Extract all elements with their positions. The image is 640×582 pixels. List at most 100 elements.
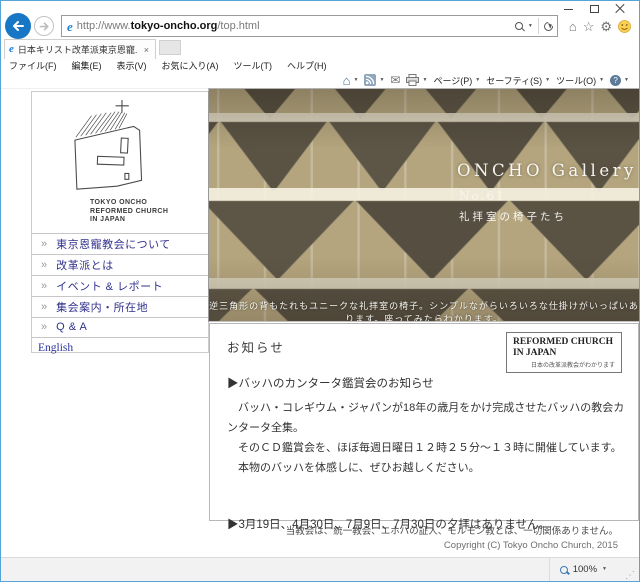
url-text[interactable]: http://www.tokyo-oncho.org/top.html: [77, 20, 511, 32]
back-button[interactable]: [5, 13, 31, 39]
sidebar-item-label: 集会案内・所在地: [56, 301, 149, 314]
maximize-icon: [589, 5, 599, 13]
copyright: Copyright (C) Tokyo Oncho Church, 2015: [443, 540, 618, 551]
tab-favicon: e: [9, 43, 14, 55]
chevron-right-icon: »: [41, 279, 48, 292]
browser-chrome: e http://www.tokyo-oncho.org/top.html ▼ …: [1, 1, 639, 89]
ie-favicon: e: [67, 18, 73, 34]
help-menu-button[interactable]: ? ▼: [610, 74, 629, 86]
forward-arrow-icon: [39, 21, 49, 31]
caret-icon: ▼: [422, 76, 428, 83]
sidebar-item-access[interactable]: » 集会案内・所在地: [32, 295, 208, 317]
search-icon[interactable]: [514, 22, 523, 30]
back-arrow-icon: [13, 21, 24, 31]
home-menu-button[interactable]: ⌂ ▼: [343, 74, 359, 87]
sidebar-nav: » 東京恩寵教会について » 改革派とは » イベント & レポート » 集会案…: [32, 232, 208, 338]
english-link[interactable]: English: [38, 342, 73, 354]
news-section: お知らせ REFORMED CHURCH IN JAPAN 日本の改革派教会がわ…: [209, 323, 639, 531]
home-icon: ⌂: [342, 72, 351, 88]
window-controls: [555, 1, 633, 17]
safety-menu-button[interactable]: セーフティ(S) ▼: [486, 74, 550, 87]
command-bar: ⌂ ▼ ▼ ✉ ▼ ページ(P) ▼ セーフティ(S) ▼ ツール(O) ▼ ?…: [1, 72, 639, 89]
resize-grip[interactable]: ⋰: [625, 571, 635, 581]
page-menu-label: ページ(P): [433, 75, 473, 86]
status-bar: 100% ▼ ⋰: [1, 557, 639, 581]
address-bar-tools: ▼: [514, 18, 555, 34]
sidebar-item-reformed[interactable]: » 改革派とは: [32, 253, 208, 275]
forward-button[interactable]: [34, 16, 54, 36]
close-button[interactable]: [607, 1, 633, 17]
gallery-number: No.61: [459, 189, 506, 203]
navigation-bar: e http://www.tokyo-oncho.org/top.html ▼ …: [1, 13, 639, 39]
caret-icon: ▼: [379, 76, 385, 83]
settings-gear-icon[interactable]: ⚙: [600, 20, 612, 33]
home-icon[interactable]: ⌂: [569, 20, 577, 33]
caret-icon: ▼: [475, 76, 481, 83]
browser-action-icons: ⌂ ☆ ⚙: [569, 20, 631, 33]
sidebar-item-label: 東京恩寵教会について: [56, 238, 171, 251]
news-body-line: バッハ・コレギウム・ジャパンが18年の歳月をかけ完成させたバッハの教会カンタータ…: [227, 402, 625, 434]
sidebar-item-label: 改革派とは: [56, 259, 114, 272]
refresh-icon[interactable]: [541, 19, 555, 33]
mail-icon: ✉: [390, 73, 401, 87]
menu-file[interactable]: ファイル(F): [9, 59, 57, 72]
tab-close-icon[interactable]: ×: [142, 45, 151, 55]
chevron-right-icon: »: [41, 237, 48, 250]
sidebar-item-events[interactable]: » イベント & レポート: [32, 274, 208, 296]
logo-text: TOKYO ONCHO REFORMED CHURCH IN JAPAN: [90, 199, 169, 223]
reformed-church-badge[interactable]: REFORMED CHURCH IN JAPAN 日本の改革派教会がわかります: [506, 332, 622, 373]
news-item-body: バッハ・コレギウム・ジャパンが18年の歳月をかけ完成させたバッハの教会カンタータ…: [227, 398, 626, 478]
tab-active[interactable]: e 日本キリスト改革派東京恩寵... ×: [4, 39, 156, 59]
menu-tools[interactable]: ツール(T): [234, 59, 273, 72]
page-menu-button[interactable]: ページ(P) ▼: [433, 74, 480, 87]
sidebar-item-qa[interactable]: » Q & A: [32, 316, 208, 338]
zoom-control[interactable]: 100% ▼: [548, 558, 617, 581]
news-item-title: ▶バッハのカンタータ鑑賞会のお知らせ: [227, 378, 434, 390]
safety-menu-label: セーフティ(S): [486, 75, 543, 86]
menu-bar: ファイル(F) 編集(E) 表示(V) お気に入り(A) ツール(T) ヘルプ(…: [1, 59, 639, 72]
new-tab-button[interactable]: [159, 40, 181, 55]
favorites-star-icon[interactable]: ☆: [583, 20, 595, 33]
badge-subtitle: 日本の改革派教会がわかります: [530, 363, 615, 369]
tab-title: 日本キリスト改革派東京恩寵...: [17, 45, 138, 55]
zoom-level: 100%: [572, 564, 598, 575]
sidebar-item-label: Q & A: [56, 321, 88, 333]
caret-icon: ▼: [545, 76, 551, 83]
feedback-smiley-icon[interactable]: [618, 19, 631, 33]
badge-line: IN JAPAN: [513, 347, 557, 358]
zoom-magnifier-icon: [559, 565, 568, 574]
maximize-button[interactable]: [581, 1, 607, 17]
chevron-right-icon: »: [41, 300, 48, 313]
minimize-button[interactable]: [555, 1, 581, 17]
tools-menu-label: ツール(O): [556, 75, 597, 86]
gallery-title: ONCHO Gallery: [457, 161, 637, 180]
feeds-button[interactable]: ▼: [364, 74, 384, 86]
gallery-caption: 逆三角形の背もたれもユニークな礼拝室の椅子。シンプルながらいろいろな仕掛けがいっ…: [209, 302, 639, 321]
news-body-line: 本物のバッハを体感しに、ぜひお越しください。: [227, 462, 480, 474]
chevron-right-icon: »: [41, 258, 48, 271]
menu-help[interactable]: ヘルプ(H): [287, 59, 327, 72]
caret-icon: ▼: [602, 566, 607, 572]
menu-edit[interactable]: 編集(E): [72, 59, 102, 72]
divider: [537, 18, 539, 34]
menu-favorites[interactable]: お気に入り(A): [162, 59, 219, 72]
church-logo-icon: [74, 99, 143, 190]
news-body-line: そのＣＤ鑑賞会を、ほぼ毎週日曜日１２時２５分～１３時に開催しています。: [227, 442, 622, 454]
hero-gallery-image: ONCHO Gallery No.61 礼拝室の椅子たち 逆三角形の背もたれもユ…: [208, 88, 639, 322]
sidebar-item-label: イベント & レポート: [56, 280, 164, 293]
address-dropdown-caret-icon[interactable]: ▼: [528, 23, 533, 29]
badge-line: REFORMED CHURCH: [513, 337, 614, 347]
tab-bar: e 日本キリスト改革派東京恩寵... ×: [1, 39, 639, 59]
printer-icon: [406, 74, 420, 86]
sidebar-item-about[interactable]: » 東京恩寵教会について: [32, 232, 208, 254]
tools-menu-button[interactable]: ツール(O) ▼: [556, 74, 604, 87]
page-footer: 当教会は、統一教会、エホバの証人、モルモン教とは、一切関係ありません。 Copy…: [286, 525, 618, 553]
menu-view[interactable]: 表示(V): [117, 59, 147, 72]
address-bar[interactable]: e http://www.tokyo-oncho.org/top.html ▼: [61, 15, 558, 37]
help-icon: ?: [610, 74, 622, 86]
close-icon: [615, 4, 625, 14]
sidebar: TOKYO ONCHO REFORMED CHURCH IN JAPAN » 東…: [31, 91, 209, 354]
read-mail-button[interactable]: ✉: [390, 74, 400, 86]
chevron-right-icon: »: [41, 321, 48, 333]
print-button[interactable]: ▼: [406, 74, 427, 86]
